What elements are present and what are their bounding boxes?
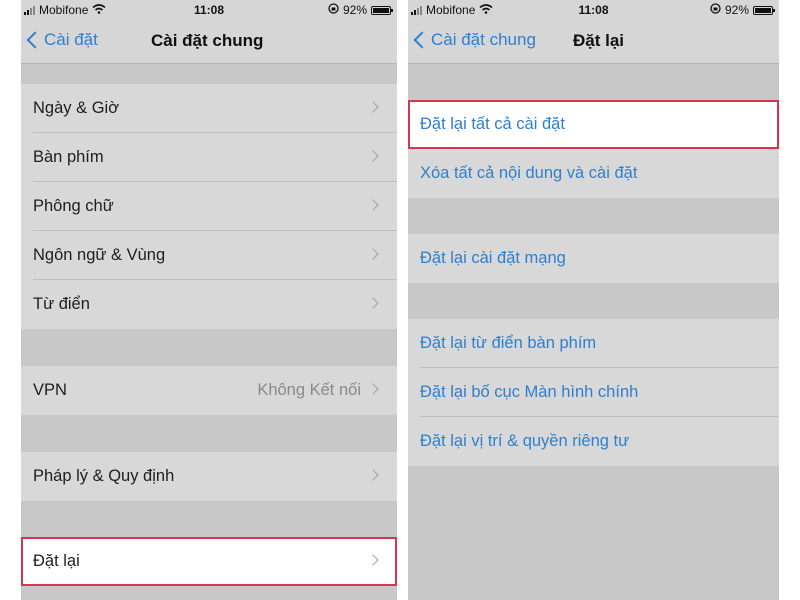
row-label: Xóa tất cả nội dung và cài đặt xyxy=(420,164,638,182)
settings-row-reset[interactable]: Đặt lại xyxy=(21,537,397,586)
settings-row-legal[interactable]: Pháp lý & Quy định xyxy=(21,452,397,501)
chevron-right-icon xyxy=(367,469,379,481)
back-button[interactable]: Cài đặt chung xyxy=(412,30,536,50)
chevron-right-icon xyxy=(367,101,379,113)
battery-icon xyxy=(371,5,393,15)
battery-percent: 92% xyxy=(342,3,367,17)
page-title: Cài đặt chung xyxy=(151,31,264,50)
battery-icon xyxy=(753,5,775,15)
settings-row-date-time[interactable]: Ngày & Giờ xyxy=(21,84,397,133)
settings-row-keyboard[interactable]: Bàn phím xyxy=(21,133,397,182)
reset-home-screen-layout-row[interactable]: Đặt lại bố cục Màn hình chính xyxy=(408,368,779,417)
settings-row-language-region[interactable]: Ngôn ngữ & Vùng xyxy=(21,231,397,280)
row-label: VPN xyxy=(33,381,67,399)
row-label: Phông chữ xyxy=(33,197,114,215)
erase-all-content-row[interactable]: Xóa tất cả nội dung và cài đặt xyxy=(408,149,779,198)
status-bar: Mobifone 11:08 92% xyxy=(21,0,397,20)
reset-all-settings-row[interactable]: Đặt lại tất cả cài đặt xyxy=(408,100,779,149)
row-label: Đặt lại vị trí & quyền riêng tư xyxy=(420,432,630,450)
row-label: Đặt lại cài đặt mạng xyxy=(420,249,566,267)
chevron-left-icon xyxy=(26,31,44,49)
row-label: Đặt lại từ điển bàn phím xyxy=(420,334,597,352)
chevron-right-icon xyxy=(367,297,379,309)
row-label: Đặt lại tất cả cài đặt xyxy=(420,115,565,133)
chevron-right-icon xyxy=(367,383,379,395)
back-button[interactable]: Cài đặt xyxy=(25,30,98,50)
orientation-lock-icon xyxy=(710,3,721,17)
chevron-right-icon xyxy=(367,248,379,260)
status-bar: Mobifone 11:08 92% xyxy=(408,0,779,20)
row-label: Đặt lại bố cục Màn hình chính xyxy=(420,383,639,401)
reset-screen: Mobifone 11:08 92% Cài đặt chung Đặt lại… xyxy=(408,0,779,600)
navigation-bar: Cài đặt Cài đặt chung xyxy=(21,20,397,64)
chevron-right-icon xyxy=(367,150,379,162)
chevron-left-icon xyxy=(413,31,431,49)
orientation-lock-icon xyxy=(328,3,339,17)
row-label: Ngày & Giờ xyxy=(33,99,120,117)
row-label: Đặt lại xyxy=(33,552,80,570)
back-button-label: Cài đặt xyxy=(44,30,98,49)
reset-location-privacy-row[interactable]: Đặt lại vị trí & quyền riêng tư xyxy=(408,417,779,466)
row-label: Pháp lý & Quy định xyxy=(33,467,175,485)
chevron-right-icon xyxy=(367,199,379,211)
reset-network-settings-row[interactable]: Đặt lại cài đặt mạng xyxy=(408,234,779,283)
battery-percent: 92% xyxy=(724,3,749,17)
row-label: Từ điển xyxy=(33,295,90,313)
chevron-right-icon xyxy=(367,554,379,566)
vpn-status-value: Không Kết nối xyxy=(257,381,361,399)
general-settings-screen: Mobifone 11:08 92% Cài đặt Cài đặt chung… xyxy=(21,0,397,600)
settings-row-dictionary[interactable]: Từ điển xyxy=(21,280,397,329)
row-label: Ngôn ngữ & Vùng xyxy=(33,246,166,264)
reset-keyboard-dictionary-row[interactable]: Đặt lại từ điển bàn phím xyxy=(408,319,779,368)
page-title: Đặt lại xyxy=(573,31,625,50)
back-button-label: Cài đặt chung xyxy=(431,30,536,49)
settings-row-vpn[interactable]: VPN Không Kết nối xyxy=(21,366,397,415)
navigation-bar: Cài đặt chung Đặt lại xyxy=(408,20,779,64)
row-label: Bàn phím xyxy=(33,148,104,166)
settings-row-fonts[interactable]: Phông chữ xyxy=(21,182,397,231)
